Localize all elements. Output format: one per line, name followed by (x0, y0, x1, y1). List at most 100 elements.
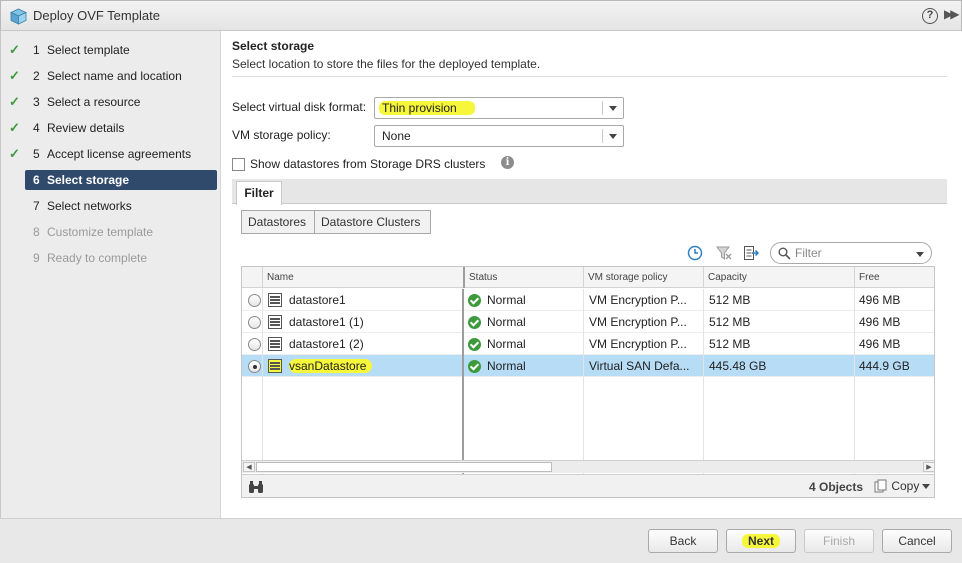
clear-filter-icon[interactable] (716, 245, 732, 261)
disk-format-select[interactable]: Thin provision (374, 97, 624, 119)
cancel-button[interactable]: Cancel (882, 529, 952, 553)
row-radio[interactable] (248, 338, 261, 351)
step-number: 4 (33, 121, 40, 135)
copy-label: Copy (891, 479, 920, 493)
step-label: Select storage (47, 173, 130, 187)
datastores-toggle[interactable]: Datastores (241, 210, 315, 234)
table-row[interactable]: datastore1 Normal VM Encryption P... 512 MB… (242, 289, 934, 311)
step-label: Review details (47, 121, 125, 135)
horizontal-scrollbar[interactable]: ◀ ▶ (242, 460, 934, 473)
step-label: Select a resource (47, 95, 141, 109)
info-icon[interactable]: i (501, 156, 514, 169)
status-ok-icon (468, 294, 481, 307)
step-label: Select networks (47, 199, 132, 213)
cell-policy: VM Encryption P... (589, 315, 687, 329)
wizard-step-6[interactable]: 6 Select storage (25, 170, 217, 190)
wizard-step-7[interactable]: 7 Select networks (1, 196, 222, 216)
cell-free: 444.9 GB (859, 359, 910, 373)
step-number: 2 (33, 69, 40, 83)
tab-filter[interactable]: Filter (236, 181, 282, 205)
help-icon[interactable]: ? (922, 8, 938, 24)
window-title: Deploy OVF Template (33, 8, 160, 23)
ovf-template-icon (10, 8, 27, 25)
table-row[interactable]: datastore1 (2) Normal VM Encryption P... 51… (242, 333, 934, 355)
status-ok-icon (468, 338, 481, 351)
column-header-policy[interactable]: VM storage policy (583, 267, 703, 288)
wizard-step-2[interactable]: ✓ 2 Select name and location (1, 66, 222, 86)
checkmark-icon: ✓ (9, 120, 20, 135)
datastore-grid: Name Status VM storage policy Capacity F… (241, 266, 935, 498)
back-button[interactable]: Back (648, 529, 718, 553)
chevron-down-icon[interactable] (916, 252, 924, 257)
expand-icon[interactable]: ▶▶ (944, 7, 960, 21)
table-row[interactable]: vsanDatastore Normal Virtual SAN Defa... 44… (242, 355, 934, 377)
page-subtitle: Select location to store the files for t… (232, 57, 541, 71)
clock-icon[interactable] (687, 245, 703, 261)
step-number: 6 (33, 173, 40, 187)
object-count: 4 Objects (809, 480, 864, 494)
filter-tabbar: Filter (232, 179, 947, 205)
scroll-right-icon[interactable]: ▶ (923, 462, 934, 472)
row-radio[interactable] (248, 316, 261, 329)
cell-capacity: 512 MB (709, 337, 751, 351)
cell-free: 496 MB (859, 315, 901, 329)
page-title: Select storage (232, 39, 315, 53)
table-row[interactable]: datastore1 (1) Normal VM Encryption P... 51… (242, 311, 934, 333)
wizard-step-1[interactable]: ✓ 1 Select template (1, 40, 222, 60)
row-radio[interactable] (248, 360, 261, 373)
wizard-step-5[interactable]: ✓ 5 Accept license agreements (1, 144, 222, 164)
datastore-name: datastore1 (2) (289, 337, 364, 351)
scroll-left-icon[interactable]: ◀ (243, 462, 255, 472)
export-icon[interactable] (743, 245, 759, 261)
disk-format-label: Select virtual disk format: (232, 100, 367, 114)
cell-capacity: 512 MB (709, 315, 751, 329)
step-label: Ready to complete (47, 251, 148, 265)
next-button-label: Next (741, 534, 780, 548)
cell-free: 496 MB (859, 337, 901, 351)
cell-name: datastore1 (289, 289, 346, 311)
column-header-free[interactable]: Free (854, 267, 934, 288)
search-icon (778, 247, 791, 260)
cell-capacity: 512 MB (709, 293, 751, 307)
datastore-name: vsanDatastore (289, 359, 373, 373)
column-header-capacity[interactable]: Capacity (703, 267, 855, 288)
divider (232, 76, 947, 77)
datastore-icon (268, 315, 282, 329)
step-label: Select name and location (47, 69, 182, 83)
status-ok-icon (468, 316, 481, 329)
chevron-down-icon (609, 134, 617, 139)
wizard-step-3[interactable]: ✓ 3 Select a resource (1, 92, 222, 112)
finish-button[interactable]: Finish (804, 529, 874, 553)
cell-policy: VM Encryption P... (589, 293, 687, 307)
show-drs-label[interactable]: Show datastores from Storage DRS cluster… (250, 157, 485, 171)
cell-name: datastore1 (2) (289, 333, 364, 355)
datastore-icon (268, 337, 282, 351)
step-label: Customize template (47, 225, 154, 239)
chevron-down-icon (609, 106, 617, 111)
binoculars-icon[interactable] (248, 480, 264, 494)
step-label: Accept license agreements (47, 147, 192, 161)
cell-free: 496 MB (859, 293, 901, 307)
show-drs-checkbox[interactable] (232, 158, 245, 171)
cell-name: datastore1 (1) (289, 311, 364, 333)
checkmark-icon: ✓ (9, 146, 20, 161)
row-radio[interactable] (248, 294, 261, 307)
checkmark-icon: ✓ (9, 94, 20, 109)
status-ok-icon (468, 360, 481, 373)
cell-status: Normal (487, 315, 526, 329)
checkmark-icon: ✓ (9, 42, 20, 57)
filter-search-input[interactable]: Filter (770, 242, 932, 264)
datastore-clusters-toggle[interactable]: Datastore Clusters (314, 210, 431, 234)
step-number: 1 (33, 43, 40, 57)
next-button[interactable]: Next (726, 529, 796, 553)
storage-policy-select[interactable]: None (374, 125, 624, 147)
grid-body: vsanDatastore Normal Virtual SAN Defa... 44… (242, 289, 934, 497)
column-header-status[interactable]: Status (463, 267, 583, 288)
step-number: 7 (33, 199, 40, 213)
cell-name: vsanDatastore (289, 355, 373, 377)
datastore-name: datastore1 (1) (289, 315, 364, 329)
scroll-thumb[interactable] (256, 462, 552, 472)
copy-button[interactable]: Copy (874, 479, 931, 493)
wizard-step-4[interactable]: ✓ 4 Review details (1, 118, 222, 138)
column-header-name[interactable]: Name (262, 267, 464, 288)
